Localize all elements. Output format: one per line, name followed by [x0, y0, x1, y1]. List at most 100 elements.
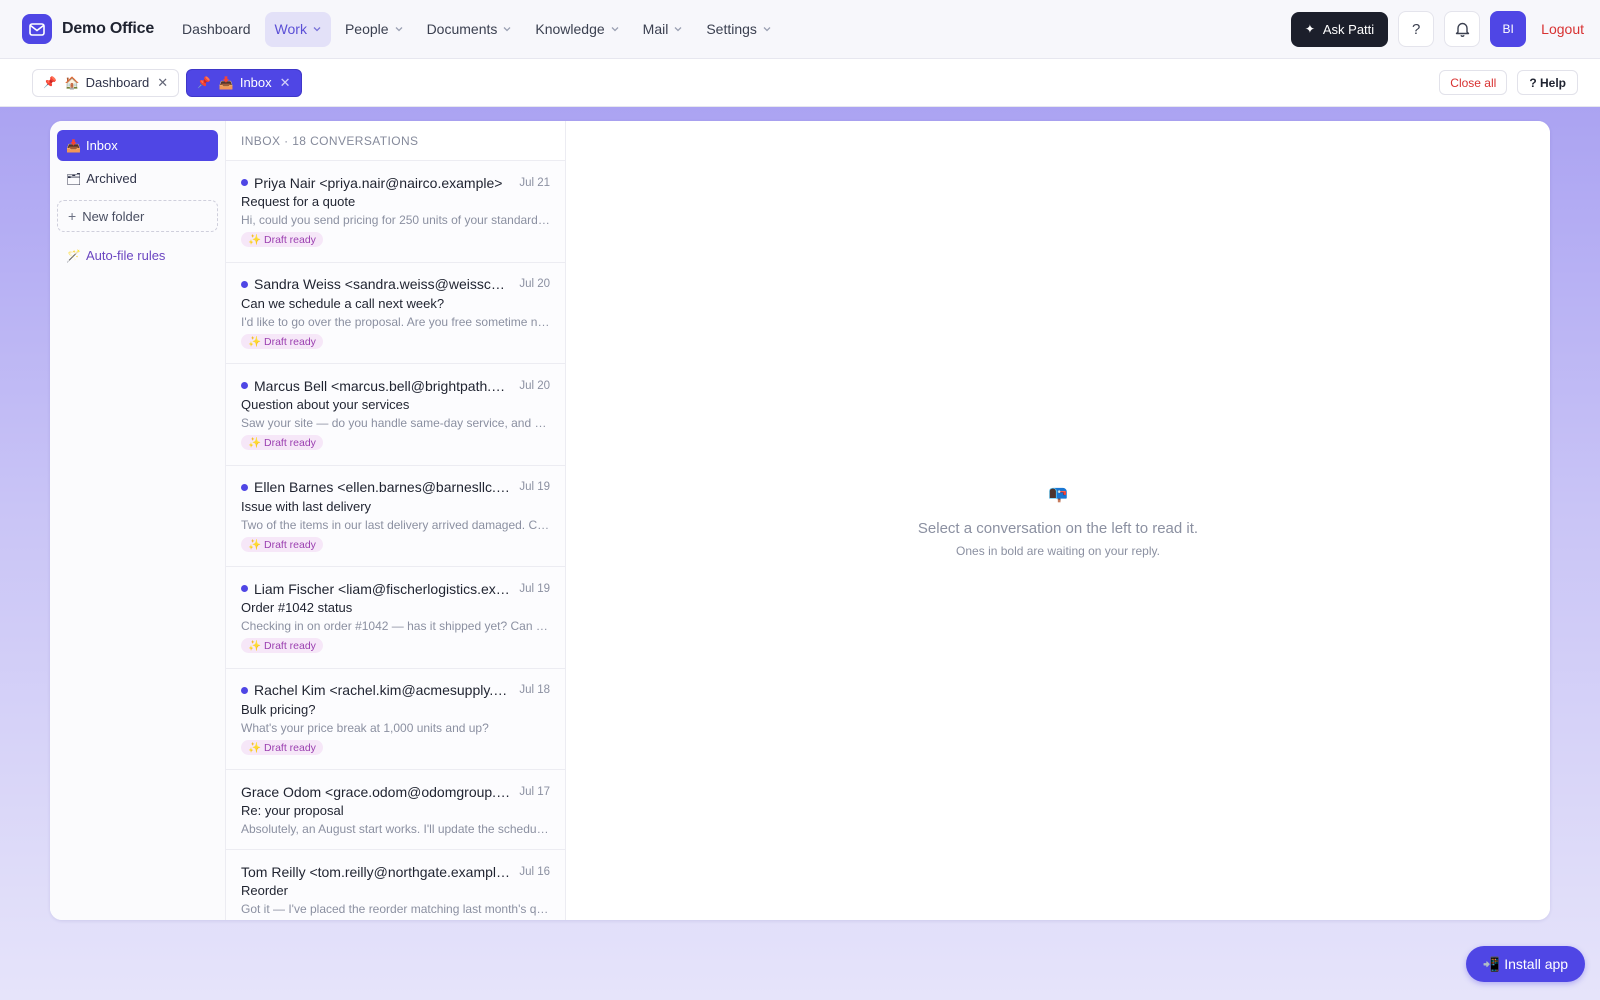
tab-inbox[interactable]: 📌 📥 Inbox ✕: [186, 68, 302, 97]
subject: Bulk pricing?: [241, 701, 316, 717]
pin-icon[interactable]: 📌: [43, 76, 57, 89]
sender: Priya Nair <priya.nair@nairco.example>: [254, 174, 503, 191]
list-header: INBOX · 18 CONVERSATIONS: [226, 121, 565, 161]
ask-patti-button[interactable]: ✦ Ask Patti: [1290, 11, 1389, 47]
date: Jul 19: [519, 582, 550, 595]
folder-inbox[interactable]: 📥 Inbox: [57, 130, 218, 161]
top-actions: ✦ Ask Patti ? BI Logout: [1290, 11, 1584, 47]
sender: Tom Reilly <tom.reilly@northgate.example…: [241, 863, 512, 880]
ask-patti-label: Ask Patti: [1322, 21, 1375, 37]
unread-dot: [241, 382, 248, 389]
question-icon: ?: [1412, 20, 1421, 38]
app-name: Demo Office: [62, 20, 155, 37]
subject: Can we schedule a call next week?: [241, 295, 445, 311]
close-icon[interactable]: ✕: [157, 75, 168, 91]
chevron-down-icon: [313, 27, 321, 32]
tab-label: Inbox: [239, 75, 272, 90]
sender: Rachel Kim <rachel.kim@acmesupply.exampl…: [254, 682, 511, 698]
subject: Issue with last delivery: [241, 498, 372, 514]
preview: Absolutely, an August start works. I'll …: [241, 822, 550, 836]
new-folder-button[interactable]: + New folder: [57, 200, 218, 232]
sender: Grace Odom <grace.odom@odomgroup.example…: [241, 783, 511, 800]
nav-knowledge[interactable]: Knowledge: [525, 12, 628, 47]
conversation-item[interactable]: Priya Nair <priya.nair@nairco.example> Ju…: [226, 161, 565, 263]
date: Jul 19: [519, 481, 550, 493]
chevron-down-icon: [763, 27, 771, 32]
conversation-item[interactable]: Rachel Kim <rachel.kim@acmesupply.exampl…: [226, 668, 565, 770]
house-icon: 🏠: [64, 75, 80, 90]
nav-label: Settings: [706, 21, 757, 37]
conversation-item[interactable]: Sandra Weiss <sandra.weiss@weissconsulti…: [226, 262, 565, 364]
conversation-item[interactable]: Grace Odom <grace.odom@odomgroup.example…: [226, 770, 565, 850]
nav-documents[interactable]: Documents: [417, 12, 522, 47]
sender: Liam Fischer <liam@fischerlogistics.exam…: [254, 580, 511, 597]
draft-ready-badge: ✨ Draft ready: [241, 232, 323, 247]
auto-file-rules-link[interactable]: 🪄 Auto-file rules: [57, 248, 218, 263]
help-button[interactable]: ? Help: [1517, 70, 1578, 95]
date: Jul 20: [519, 379, 550, 392]
inbox-tray-icon: 📥: [66, 138, 81, 153]
help-icon-button[interactable]: ?: [1398, 11, 1435, 47]
chevron-down-icon: [611, 27, 619, 32]
preview: Two of the items in our last delivery ar…: [241, 517, 550, 532]
reading-pane: 📭 Select a conversation on the left to r…: [566, 121, 1550, 920]
nav-label: Documents: [426, 21, 498, 37]
avatar[interactable]: BI: [1490, 11, 1527, 47]
mail-panel: 📥 Inbox 🗂 Archived + New folder 🪄 Auto-f…: [50, 121, 1550, 920]
sender: Sandra Weiss <sandra.weiss@weissconsulti…: [254, 276, 512, 292]
nav-dashboard[interactable]: Dashboard: [172, 12, 261, 47]
inbox-tray-icon: 📥: [218, 75, 234, 90]
conversation-list[interactable]: INBOX · 18 CONVERSATIONS Priya Nair <pri…: [226, 121, 566, 920]
folder-sidebar: 📥 Inbox 🗂 Archived + New folder 🪄 Auto-f…: [50, 121, 226, 920]
subject: Order #1042 status: [241, 600, 353, 615]
sender: Ellen Barnes <ellen.barnes@barnesllc.exa…: [254, 479, 511, 495]
preview: What's your price break at 1,000 units a…: [241, 720, 489, 735]
nav-work[interactable]: Work: [264, 11, 331, 47]
bell-icon: [1455, 22, 1469, 37]
mail-logo-icon: [22, 14, 52, 44]
tab-strip-actions: Close all ? Help: [1439, 70, 1578, 95]
preview: Saw your site — do you handle same-day s…: [241, 416, 550, 430]
logout-link[interactable]: Logout: [1541, 21, 1584, 37]
draft-ready-badge: ✨ Draft ready: [241, 435, 323, 450]
install-app-button[interactable]: 📲 Install app: [1466, 946, 1585, 982]
conversation-item[interactable]: Ellen Barnes <ellen.barnes@barnesllc.exa…: [226, 465, 565, 567]
conversation-item[interactable]: Liam Fischer <liam@fischerlogistics.exam…: [226, 567, 565, 669]
sender: Marcus Bell <marcus.bell@brightpath.exam…: [254, 377, 511, 394]
nav-settings[interactable]: Settings: [696, 12, 781, 47]
date: Jul 18: [519, 684, 550, 696]
tab-strip: 📌 🏠 Dashboard ✕ 📌 📥 Inbox ✕ Close all ? …: [0, 59, 1600, 107]
tab-label: Dashboard: [85, 75, 150, 90]
plus-icon: +: [68, 208, 77, 224]
nav-label: Work: [274, 21, 307, 37]
subject: Reorder: [241, 883, 288, 898]
draft-ready-badge: ✨ Draft ready: [241, 739, 323, 755]
date: Jul 17: [519, 785, 550, 798]
subject: Request for a quote: [241, 194, 356, 209]
preview: I'd like to go over the proposal. Are yo…: [241, 314, 550, 329]
draft-ready-badge: ✨ Draft ready: [241, 333, 323, 349]
notifications-button[interactable]: [1444, 11, 1481, 47]
subject: Question about your services: [241, 397, 410, 412]
conversation-item[interactable]: Tom Reilly <tom.reilly@northgate.example…: [226, 850, 565, 920]
close-icon[interactable]: ✕: [280, 75, 291, 91]
preview: Checking in on order #1042 — has it ship…: [241, 619, 550, 633]
preview: Got it — I've placed the reorder matchin…: [241, 902, 550, 916]
nav-mail[interactable]: Mail: [633, 12, 693, 47]
folder-archived[interactable]: 🗂 Archived: [57, 163, 218, 194]
chevron-down-icon: [395, 27, 403, 32]
nav-label: Mail: [642, 21, 669, 37]
archive-icon: 🗂: [66, 171, 82, 186]
nav-label: People: [344, 21, 389, 37]
nav-people[interactable]: People: [335, 12, 413, 47]
pin-icon[interactable]: 📌: [197, 76, 211, 89]
tab-dashboard[interactable]: 📌 🏠 Dashboard ✕: [32, 68, 180, 97]
unread-dot: [241, 483, 248, 491]
brand[interactable]: Demo Office: [22, 14, 154, 44]
avatar-initials: BI: [1502, 22, 1514, 36]
close-all-button[interactable]: Close all: [1439, 70, 1508, 95]
conversation-item[interactable]: Marcus Bell <marcus.bell@brightpath.exam…: [226, 364, 565, 466]
top-bar: Demo Office Dashboard Work People Docume…: [0, 0, 1600, 59]
date: Jul 20: [519, 278, 550, 290]
chevron-down-icon: [674, 27, 682, 32]
